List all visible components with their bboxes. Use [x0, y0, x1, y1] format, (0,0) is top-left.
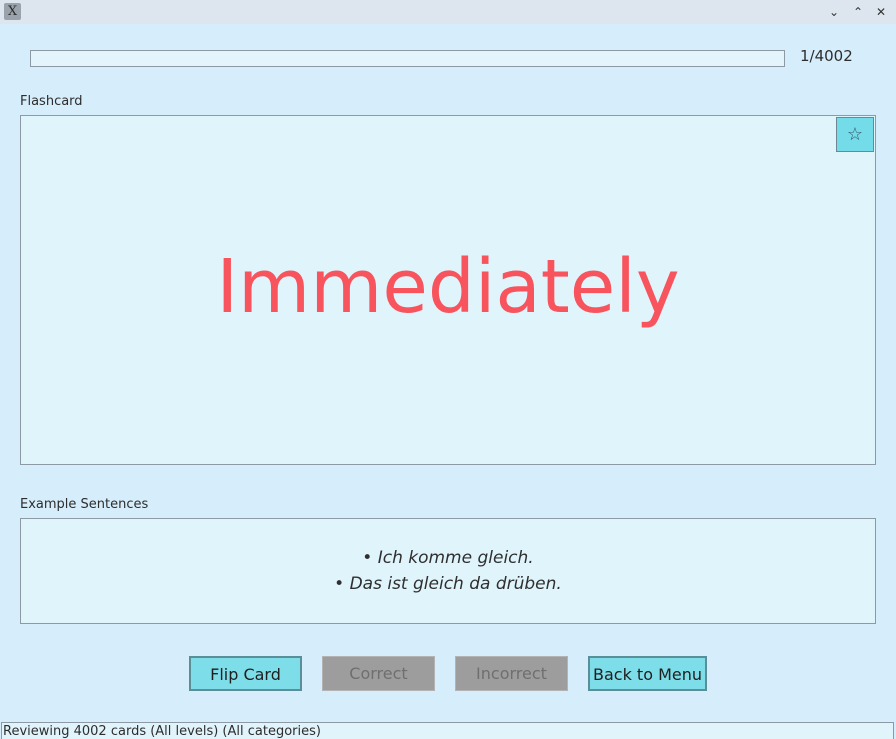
correct-button[interactable]: Correct: [322, 656, 435, 691]
status-bar: Reviewing 4002 cards (All levels) (All c…: [1, 722, 894, 739]
incorrect-button[interactable]: Incorrect: [455, 656, 568, 691]
title-bar: X ⌄ ⌃ ✕: [0, 0, 896, 24]
flashcard-word: Immediately: [216, 244, 680, 330]
example-sentences-label: Example Sentences: [20, 497, 149, 512]
status-text: Reviewing 4002 cards (All levels) (All c…: [3, 724, 321, 739]
close-icon[interactable]: ✕: [872, 3, 890, 21]
favorite-star-button[interactable]: ☆: [836, 117, 874, 152]
progress-counter: 1/4002: [800, 47, 853, 65]
example-sentence: • Ich komme gleich.: [362, 548, 534, 568]
flip-card-button[interactable]: Flip Card: [189, 656, 302, 691]
maximize-icon[interactable]: ⌃: [849, 3, 867, 21]
minimize-icon[interactable]: ⌄: [825, 3, 843, 21]
example-sentences-panel: • Ich komme gleich. • Das ist gleich da …: [20, 518, 876, 624]
review-progress-bar: [30, 50, 785, 67]
star-icon: ☆: [846, 124, 864, 145]
back-to-menu-button[interactable]: Back to Menu: [588, 656, 707, 691]
flashcard-label: Flashcard: [20, 94, 83, 109]
example-sentence: • Das ist gleich da drüben.: [334, 574, 562, 594]
app-logo-icon: X: [4, 3, 21, 20]
flashcard-panel[interactable]: ☆ Immediately: [20, 115, 876, 465]
